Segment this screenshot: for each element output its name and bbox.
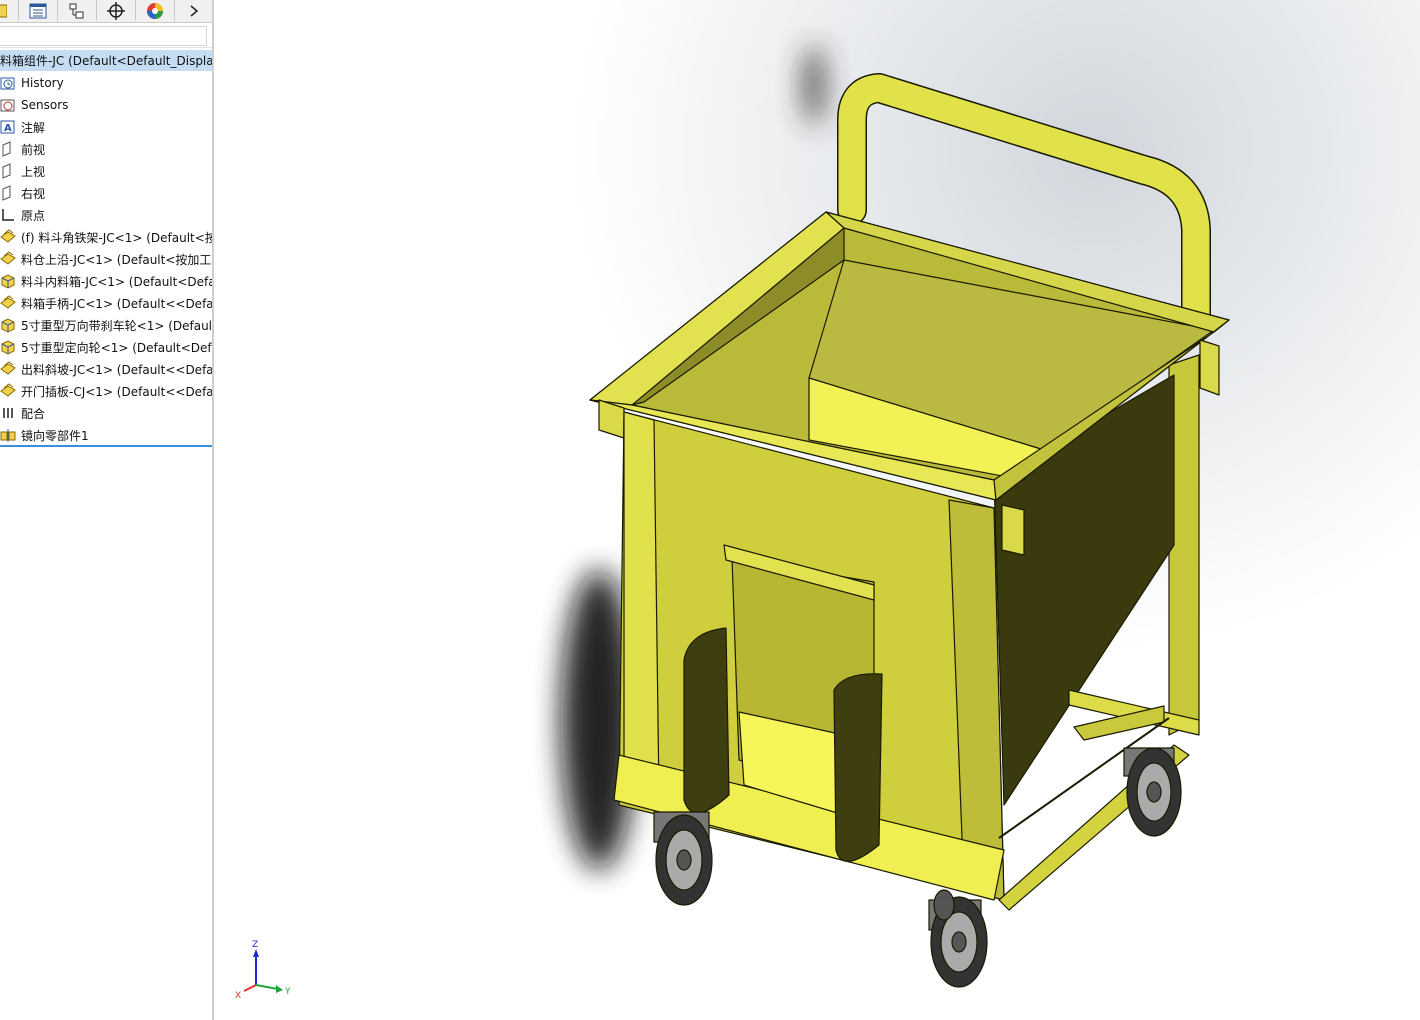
subassembly-icon	[0, 229, 16, 245]
chevron-right-icon	[190, 4, 199, 17]
tree-item[interactable]: 出料斜坡-JC<1> (Default<<Defau	[0, 358, 212, 380]
rollback-bar[interactable]	[0, 445, 212, 447]
tree-item-label: Sensors	[21, 98, 69, 112]
tree-item[interactable]: 料箱手柄-JC<1> (Default<<Defau	[0, 292, 212, 314]
part-icon	[0, 273, 16, 289]
tab-dimxpert[interactable]	[97, 0, 136, 21]
tree-item[interactable]: 料仓上沿-JC<1> (Default<按加工>	[0, 248, 212, 270]
tree-item[interactable]: 配合	[0, 402, 212, 424]
tree-item-label: 开门插板-CJ<1> (Default<<Defau	[21, 384, 212, 399]
svg-text:A: A	[4, 123, 12, 134]
tab-display-manager[interactable]	[136, 0, 175, 21]
tree-item-label: 镜向零部件1	[21, 428, 89, 443]
tab-more[interactable]	[175, 0, 212, 21]
caster-wheel	[653, 811, 713, 906]
feature-manager-panel: 料箱组件-JC (Default<Default_Display History…	[0, 0, 212, 1020]
filter-row	[0, 23, 212, 48]
subassembly-icon	[0, 251, 16, 267]
tree-item[interactable]: 5寸重型定向轮<1> (Default<Defa	[0, 336, 212, 358]
caster-wheel	[1123, 747, 1182, 837]
annotations-icon: A	[0, 119, 16, 135]
tree-item[interactable]: 前视	[0, 138, 212, 160]
caster-wheel	[933, 889, 955, 921]
tree-root-label: 料箱组件-JC (Default<Default_Display	[0, 54, 212, 68]
tree-item[interactable]: History	[0, 72, 212, 94]
tree-item-label: 前视	[21, 142, 46, 157]
manager-tab-bar	[0, 0, 212, 23]
tree-item[interactable]: 右视	[0, 182, 212, 204]
tree-item[interactable]: Sensors	[0, 94, 212, 116]
tree-item-label: 5寸重型万向带刹车轮<1> (Default	[21, 318, 212, 333]
tab-property-manager[interactable]	[19, 0, 58, 21]
tree-item[interactable]: A 注解	[0, 116, 212, 138]
plane-icon	[0, 163, 16, 179]
graphics-viewport[interactable]: Z Y X	[214, 0, 1420, 1020]
tree-item-label: 5寸重型定向轮<1> (Default<Defa	[21, 340, 212, 355]
subassembly-icon	[0, 383, 16, 399]
tree-item[interactable]: (f) 料斗角铁架-JC<1> (Default<按	[0, 226, 212, 248]
model-view: Z Y X	[235, 45, 1230, 1001]
tree-root-assembly[interactable]: 料箱组件-JC (Default<Default_Display	[0, 50, 212, 71]
property-manager-icon	[29, 3, 47, 18]
reference-triad: Z Y X	[235, 940, 291, 1001]
origin-icon	[0, 207, 16, 223]
tree-item[interactable]: 开门插板-CJ<1> (Default<<Defau	[0, 380, 212, 402]
tab-configuration-manager[interactable]	[58, 0, 97, 21]
tree-item-label: 注解	[21, 120, 46, 135]
cart-model[interactable]	[589, 73, 1230, 988]
plane-icon	[0, 185, 16, 201]
tree-item-label: 上视	[21, 164, 46, 179]
dimxpert-icon	[107, 1, 125, 20]
tree-item-label: History	[21, 76, 64, 90]
configuration-manager-icon	[69, 3, 84, 18]
tree-item-label: 右视	[21, 186, 46, 201]
tree-item[interactable]: 5寸重型万向带刹车轮<1> (Default	[0, 314, 212, 336]
part-icon	[0, 339, 16, 355]
tree-item-label: (f) 料斗角铁架-JC<1> (Default<按	[21, 230, 212, 245]
tree-item[interactable]: 原点	[0, 204, 212, 226]
tree-item-label: 料仓上沿-JC<1> (Default<按加工>	[21, 252, 212, 267]
triad-x-label: X	[235, 991, 241, 1001]
tree-item-label: 料斗内料箱-JC<1> (Default<Defa	[21, 274, 212, 289]
tree-item-label: 原点	[21, 208, 46, 223]
feature-manager-icon	[0, 4, 7, 17]
subassembly-icon	[0, 361, 16, 377]
triad-y-label: Y	[284, 987, 291, 997]
tree-item[interactable]: 料斗内料箱-JC<1> (Default<Defa	[0, 270, 212, 292]
tree-item-label: 出料斜坡-JC<1> (Default<<Defau	[21, 362, 212, 377]
triad-z-label: Z	[252, 940, 258, 950]
sensors-icon	[0, 97, 16, 113]
plane-icon	[0, 141, 16, 157]
display-manager-icon	[147, 2, 163, 19]
subassembly-icon	[0, 295, 16, 311]
tree-item-label: 料箱手柄-JC<1> (Default<<Defau	[21, 296, 212, 311]
tree-item-label: 配合	[21, 406, 46, 421]
part-icon	[0, 317, 16, 333]
tree-item[interactable]: 上视	[0, 160, 212, 182]
tab-feature-manager[interactable]	[0, 0, 19, 21]
mates-icon	[0, 405, 16, 421]
tree-item[interactable]: 镜向零部件1	[0, 424, 212, 446]
mirror-component-icon	[0, 427, 16, 443]
feature-filter-input[interactable]	[0, 26, 207, 46]
history-icon	[0, 75, 16, 91]
